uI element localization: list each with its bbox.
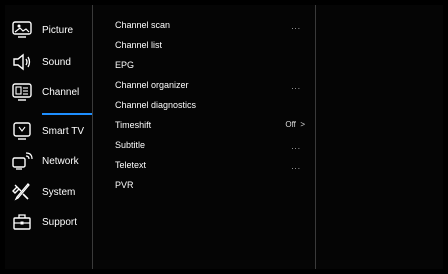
sidebar-item-system[interactable]: System — [5, 178, 92, 206]
menu-item-label: EPG — [115, 60, 135, 70]
more-icon: ... — [291, 162, 301, 171]
sidebar-item-picture[interactable]: Picture — [5, 16, 92, 44]
sidebar-item-sound[interactable]: Sound — [5, 48, 92, 76]
channel-menu: Channel scan ... Channel list EPG Channe… — [93, 5, 315, 269]
menu-item-label: PVR — [115, 180, 134, 190]
sidebar-item-label: Sound — [42, 56, 71, 68]
sidebar-item-smart-tv[interactable]: Smart TV — [5, 117, 92, 145]
sidebar-item-network[interactable]: Network — [5, 147, 92, 175]
menu-item-channel-diagnostics[interactable]: Channel diagnostics — [115, 95, 315, 115]
network-icon — [9, 150, 35, 172]
more-icon: ... — [291, 142, 301, 151]
more-icon: ... — [291, 22, 301, 31]
timeshift-value: Off > — [285, 120, 305, 129]
menu-item-label: Channel list — [115, 40, 163, 50]
menu-item-timeshift[interactable]: Timeshift Off > — [115, 115, 315, 135]
menu-item-label: Channel diagnostics — [115, 100, 197, 110]
sidebar-item-label: Smart TV — [42, 125, 85, 137]
support-icon — [9, 211, 35, 233]
sidebar-item-label: Picture — [42, 24, 74, 36]
menu-item-label: Channel organizer — [115, 80, 189, 90]
menu-item-teletext[interactable]: Teletext ... — [115, 155, 315, 175]
selected-indicator — [42, 113, 92, 115]
sidebar-item-channel[interactable]: Channel — [5, 78, 92, 106]
menu-item-channel-organizer[interactable]: Channel organizer ... — [115, 75, 315, 95]
menu-item-epg[interactable]: EPG — [115, 55, 315, 75]
sidebar-item-label: System — [42, 186, 76, 198]
menu-item-label: Teletext — [115, 160, 147, 170]
sound-icon — [9, 51, 35, 73]
menu-item-pvr[interactable]: PVR — [115, 175, 315, 195]
settings-sidebar: Picture Sound Channel Smart TV Network S… — [5, 5, 92, 269]
picture-icon — [9, 19, 35, 41]
sidebar-item-support[interactable]: Support — [5, 208, 92, 236]
menu-item-label: Timeshift — [115, 120, 152, 130]
menu-item-label: Channel scan — [115, 20, 171, 30]
menu-item-channel-list[interactable]: Channel list — [115, 35, 315, 55]
menu-item-channel-scan[interactable]: Channel scan ... — [115, 15, 315, 35]
smart-tv-icon — [9, 120, 35, 142]
menu-item-subtitle[interactable]: Subtitle ... — [115, 135, 315, 155]
sidebar-item-label: Channel — [42, 86, 80, 98]
channel-icon — [9, 81, 35, 103]
menu-item-label: Subtitle — [115, 140, 146, 150]
sidebar-item-label: Network — [42, 155, 79, 167]
system-icon — [9, 181, 35, 203]
sidebar-item-label: Support — [42, 216, 78, 228]
more-icon: ... — [291, 82, 301, 91]
detail-panel — [316, 5, 443, 269]
